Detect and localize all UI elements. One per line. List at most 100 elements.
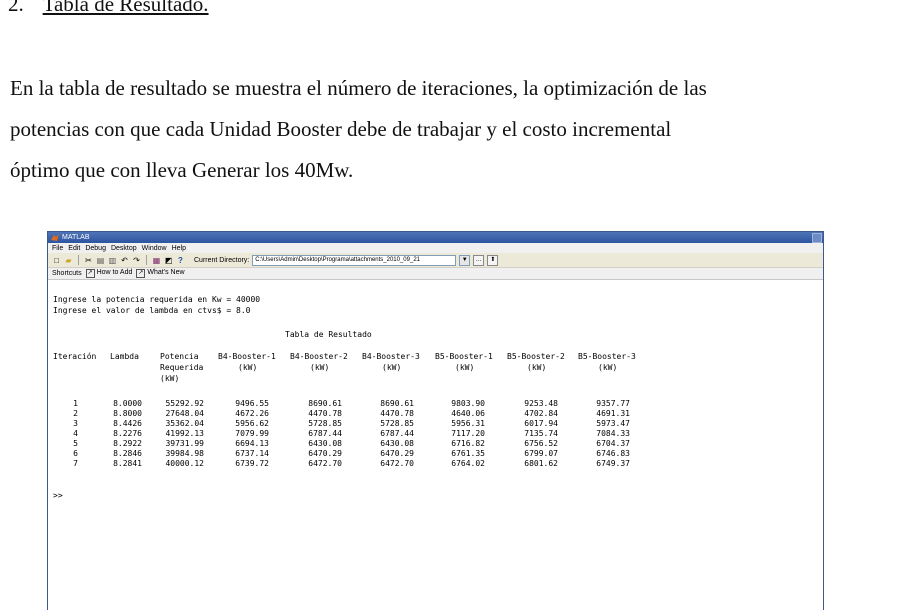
toolbar: □ ▰ ✂ ▤ ▥ ↶ ↷ ▦ ◩ ? Current Directory: C… xyxy=(48,253,823,268)
table-header-cell: (kW) xyxy=(455,363,475,372)
menu-debug[interactable]: Debug xyxy=(85,245,106,252)
current-directory-field[interactable]: C:\Users\Admin\Desktop\Programa\attachme… xyxy=(252,254,457,266)
copy-icon[interactable]: ▤ xyxy=(96,256,105,265)
table-header-cell: (kW) xyxy=(238,363,258,372)
table-cell: 55292.92 xyxy=(165,399,204,408)
menu-window[interactable]: Window xyxy=(142,245,167,252)
menu-help[interactable]: Help xyxy=(172,245,186,252)
shortcut-icon: ↗ xyxy=(136,269,146,278)
shortcut-icon: ↗ xyxy=(85,269,95,278)
table-cell: 6737.14 xyxy=(235,449,269,458)
cut-icon[interactable]: ✂ xyxy=(84,256,93,265)
table-cell: 6694.13 xyxy=(235,439,269,448)
table-cell: 5973.47 xyxy=(596,419,630,428)
table-cell: 1 xyxy=(73,399,78,408)
table-cell: 6764.02 xyxy=(451,459,485,468)
table-cell: 4640.06 xyxy=(451,409,485,418)
table-cell: 6746.83 xyxy=(596,449,630,458)
table-cell: 6472.70 xyxy=(380,459,414,468)
table-cell: 6739.72 xyxy=(235,459,269,468)
paragraph-line: potencias con que cada Unidad Booster de… xyxy=(10,117,672,141)
table-cell: 6799.07 xyxy=(524,449,558,458)
simulink-icon[interactable]: ▦ xyxy=(152,256,161,265)
help-icon[interactable]: ? xyxy=(176,256,185,265)
table-cell: 8.8000 xyxy=(113,409,142,418)
table-cell: 5 xyxy=(73,439,78,448)
table-header-cell: (kW) xyxy=(598,363,618,372)
table-header-cell: B5-Booster-3 xyxy=(578,352,636,361)
table-cell: 4 xyxy=(73,429,78,438)
table-cell: 6017.94 xyxy=(524,419,558,428)
table-cell: 7135.74 xyxy=(524,429,558,438)
how-to-add-link[interactable]: ↗ How to Add xyxy=(85,269,132,278)
whats-new-link[interactable]: ↗ What's New xyxy=(136,269,185,278)
table-cell: 6801.62 xyxy=(524,459,558,468)
window-title: MATLAB xyxy=(62,234,90,241)
chevron-down-icon[interactable]: ▼ xyxy=(459,254,471,266)
table-header-cell: (kW) xyxy=(382,363,402,372)
table-cell: 6430.08 xyxy=(308,439,342,448)
browse-folder-button[interactable]: … xyxy=(473,254,485,266)
table-cell: 6704.37 xyxy=(596,439,630,448)
table-cell: 35362.04 xyxy=(165,419,204,428)
command-window[interactable]: Ingrese la potencia requerida en Kw = 40… xyxy=(53,295,823,610)
paste-icon[interactable]: ▥ xyxy=(108,256,117,265)
shortcuts-bar: Shortcuts ↗ How to Add ↗ What's New xyxy=(48,268,823,280)
table-header-cell: B4-Booster-3 xyxy=(362,352,420,361)
table-header-cell: B5-Booster-1 xyxy=(435,352,493,361)
window-maximize-icon[interactable] xyxy=(812,232,822,243)
open-folder-icon[interactable]: ▰ xyxy=(64,256,73,265)
menu-desktop[interactable]: Desktop xyxy=(111,245,137,252)
table-cell: 6756.52 xyxy=(524,439,558,448)
table-cell: 5956.31 xyxy=(451,419,485,428)
table-cell: 8.2846 xyxy=(113,449,142,458)
new-file-icon[interactable]: □ xyxy=(52,256,61,265)
table-cell: 40000.12 xyxy=(165,459,204,468)
matlab-logo-icon xyxy=(51,234,59,241)
table-cell: 8.0000 xyxy=(113,399,142,408)
guide-icon[interactable]: ◩ xyxy=(164,256,173,265)
table-cell: 27648.04 xyxy=(165,409,204,418)
table-cell: 6716.82 xyxy=(451,439,485,448)
section-heading: 2. Tabla de Resultado. xyxy=(8,0,209,17)
table-cell: 8690.61 xyxy=(380,399,414,408)
table-cell: 8.2276 xyxy=(113,429,142,438)
table-cell: 9357.77 xyxy=(596,399,630,408)
table-header-cell: (kW) xyxy=(527,363,547,372)
menu-file[interactable]: File xyxy=(52,245,63,252)
menu-edit[interactable]: Edit xyxy=(68,245,80,252)
table-cell: 9253.48 xyxy=(524,399,558,408)
table-cell: 6749.37 xyxy=(596,459,630,468)
table-cell: 39731.99 xyxy=(165,439,204,448)
table-header-cell: (kW) xyxy=(310,363,330,372)
table-cell: 5728.85 xyxy=(380,419,414,428)
section-title: Tabla de Resultado. xyxy=(42,0,209,16)
shortcuts-label: Shortcuts xyxy=(52,270,82,277)
table-header-cell: Lambda xyxy=(110,352,139,361)
toolbar-separator xyxy=(78,255,79,265)
table-cell: 8690.61 xyxy=(308,399,342,408)
table-cell: 41992.13 xyxy=(165,429,204,438)
table-cell: 6472.70 xyxy=(308,459,342,468)
table-cell: 4470.78 xyxy=(380,409,414,418)
menu-bar: File Edit Debug Desktop Window Help xyxy=(48,243,823,253)
table-cell: 2 xyxy=(73,409,78,418)
table-header-cell: B5-Booster-2 xyxy=(507,352,565,361)
table-cell: 8.4426 xyxy=(113,419,142,428)
table-header-cell: (kW) xyxy=(160,374,180,383)
table-cell: 6787.44 xyxy=(380,429,414,438)
command-prompt[interactable]: >> xyxy=(53,491,63,500)
description-paragraph: En la tabla de resultado se muestra el n… xyxy=(10,68,826,191)
table-header-cell: Requerida xyxy=(160,363,204,372)
paragraph-line: óptimo que con lleva Generar los 40Mw. xyxy=(10,158,354,182)
go-up-folder-icon[interactable]: ⬆ xyxy=(487,254,499,266)
table-cell: 6 xyxy=(73,449,78,458)
current-directory-label: Current Directory: xyxy=(194,256,250,264)
table-cell: 6470.29 xyxy=(380,449,414,458)
table-cell: 7084.33 xyxy=(596,429,630,438)
table-cell: 9496.55 xyxy=(235,399,269,408)
paragraph-line: En la tabla de resultado se muestra el n… xyxy=(10,76,707,100)
undo-icon[interactable]: ↶ xyxy=(120,256,129,265)
redo-icon[interactable]: ↷ xyxy=(132,256,141,265)
table-cell: 8.2841 xyxy=(113,459,142,468)
